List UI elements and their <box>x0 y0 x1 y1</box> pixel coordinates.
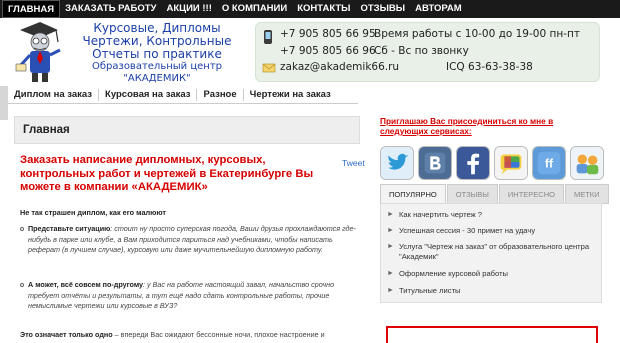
mascot-teacher-icon <box>15 22 61 82</box>
list-item: Представьте ситуацию: стоит ну просто су… <box>20 224 358 256</box>
list-item[interactable]: ► Успешная сессия - 30 примет на удачу <box>387 226 597 236</box>
friendfeed-icon[interactable]: ff <box>532 146 566 180</box>
bullet-icon <box>20 227 24 231</box>
top-nav: ГЛАВНАЯ ЗАКАЗАТЬ РАБОТУ АКЦИИ !!! О КОМП… <box>0 0 620 18</box>
tweet-button[interactable]: Tweet <box>342 158 365 168</box>
page: ГЛАВНАЯ ЗАКАЗАТЬ РАБОТУ АКЦИИ !!! О КОМП… <box>0 0 620 343</box>
category-nav: Диплом на заказ Курсовая на заказ Разное… <box>8 86 358 104</box>
sidebar-tabs: ПОПУЛЯРНО ОТЗЫВЫ ИНТЕРЕСНО МЕТКИ <box>380 184 609 204</box>
post-link[interactable]: Титульные листы <box>387 286 597 296</box>
nav-item-drawings[interactable]: Чертежи на заказ <box>244 89 337 100</box>
arrow-right-icon: ► <box>387 287 394 294</box>
arrow-right-icon: ► <box>387 243 394 250</box>
svg-text:ff: ff <box>545 157 554 171</box>
bullet-lead: А может, всё совсем по-другому <box>28 280 144 289</box>
contact-box: +7 905 805 66 95 Время работы с 10-00 до… <box>255 22 600 82</box>
bullet-lead: Представьте ситуацию <box>28 224 111 233</box>
tab-interesting[interactable]: ИНТЕРЕСНО <box>498 184 564 204</box>
post-link[interactable]: Как начертить чертеж ? <box>387 210 597 220</box>
site-header: Курсовые, Дипломы Чертежи, Контрольные О… <box>0 18 620 86</box>
nav-item-reviews[interactable]: ОТЗЫВЫ <box>355 0 410 18</box>
intro-text: Не так страшен диплом, как его малюют <box>20 208 166 217</box>
nav-item-diploma[interactable]: Диплом на заказ <box>8 89 98 100</box>
post-link[interactable]: Услуга "Чертеж на заказ" от образователь… <box>387 242 597 261</box>
popular-posts-list: ► Как начертить чертеж ? ► Успешная сесс… <box>380 203 602 303</box>
paragraph: Это означает только одно – впереди Вас о… <box>20 330 325 339</box>
nav-item-authors[interactable]: АВТОРАМ <box>410 0 467 18</box>
vkontakte-icon[interactable] <box>418 146 452 180</box>
nav-item-about[interactable]: О КОМПАНИИ <box>217 0 292 18</box>
tab-popular[interactable]: ПОПУЛЯРНО <box>380 184 446 204</box>
post-link[interactable]: Оформление курсовой работы <box>387 269 597 279</box>
mail-icon <box>262 63 276 73</box>
social-invite-link[interactable]: Приглашаю Вас присоединиться ко мне в сл… <box>380 116 560 136</box>
moi-mir-icon[interactable] <box>570 146 604 180</box>
nav-item-order[interactable]: ЗАКАЗАТЬ РАБОТУ <box>60 0 161 18</box>
arrow-right-icon: ► <box>387 270 394 277</box>
highlight-box <box>386 326 598 343</box>
main-content: Главная Заказать написание дипломных, ку… <box>14 112 365 343</box>
tab-tags[interactable]: МЕТКИ <box>564 184 609 204</box>
post-link[interactable]: Успешная сессия - 30 примет на удачу <box>387 226 597 236</box>
phone-1[interactable]: +7 905 805 66 95 <box>280 28 376 40</box>
list-item[interactable]: ► Оформление курсовой работы <box>387 269 597 279</box>
twitter-icon[interactable] <box>380 146 414 180</box>
working-hours: Время работы с 10-00 до 19-00 пн-пт <box>374 28 580 40</box>
phone-icon <box>264 30 272 44</box>
list-item: А может, всё совсем по-другому: у Вас на… <box>20 280 358 312</box>
logo-line-4: Образовательный центр "АКАДЕМИК" <box>91 61 222 84</box>
page-title-box: Главная <box>14 116 360 144</box>
list-item[interactable]: ► Титульные листы <box>387 286 597 296</box>
phone-2[interactable]: +7 905 805 66 96 <box>280 45 376 57</box>
google-buzz-icon[interactable] <box>494 146 528 180</box>
arrow-right-icon: ► <box>387 211 394 218</box>
facebook-icon[interactable] <box>456 146 490 180</box>
list-item[interactable]: ► Услуга "Чертеж на заказ" от образовате… <box>387 242 597 261</box>
list-item[interactable]: ► Как начертить чертеж ? <box>387 210 597 220</box>
tab-reviews[interactable]: ОТЗЫВЫ <box>446 184 498 204</box>
paragraph-text: – впереди Вас ожидают бессонные ночи, пл… <box>112 330 325 339</box>
arrow-right-icon: ► <box>387 227 394 234</box>
nav-item-coursework[interactable]: Курсовая на заказ <box>99 89 196 100</box>
paragraph-lead: Это означает только одно <box>20 330 113 339</box>
nav-item-misc[interactable]: Разное <box>197 89 242 100</box>
weekend-hours: Сб - Вс по звонку <box>374 45 469 57</box>
nav-item-promotions[interactable]: АКЦИИ !!! <box>161 0 216 18</box>
logo-line-3: Отчеты по практике <box>92 47 222 61</box>
bullet-icon <box>20 283 24 287</box>
email-link[interactable]: zakaz@akademik66.ru <box>280 61 399 73</box>
headline: Заказать написание дипломных, курсовых, … <box>20 154 314 193</box>
nav-item-home[interactable]: ГЛАВНАЯ <box>2 0 61 18</box>
nav-item-contacts[interactable]: КОНТАКТЫ <box>292 0 355 18</box>
icq-number: ICQ 63-63-38-38 <box>446 61 533 73</box>
page-title: Главная <box>23 124 70 136</box>
logo[interactable]: Курсовые, Дипломы Чертежи, Контрольные О… <box>62 22 252 85</box>
sidebar: Приглашаю Вас присоединиться ко мне в сл… <box>376 112 609 343</box>
